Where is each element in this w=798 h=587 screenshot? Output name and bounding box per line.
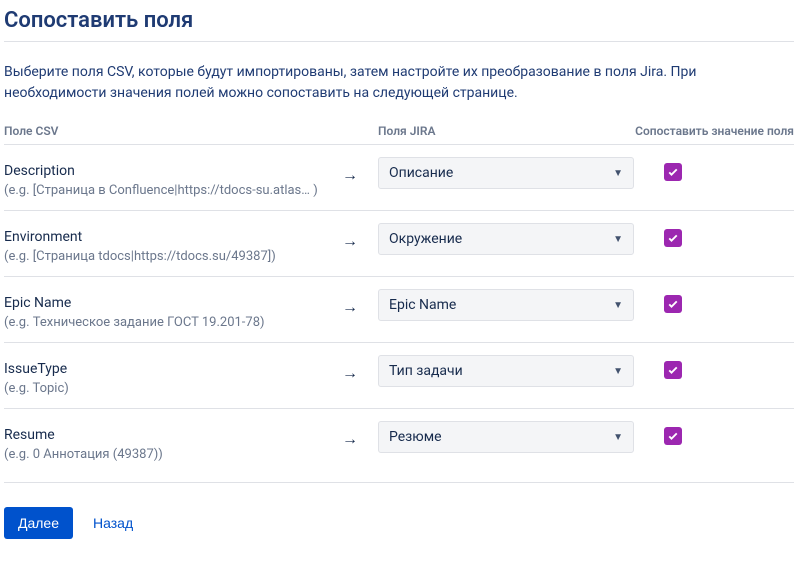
button-row: Далее Назад — [4, 507, 794, 539]
select-label: Резюме — [389, 429, 442, 445]
arrow-icon: → — [342, 289, 366, 317]
page-title: Сопоставить поля — [4, 8, 794, 33]
bottom-divider — [4, 482, 794, 483]
check-icon — [667, 166, 679, 178]
table-row: Description (e.g. [Страница в Confluence… — [4, 145, 794, 211]
header-arrow-spacer — [342, 124, 366, 138]
mapping-table: Поле CSV Поля JIRA Сопоставить значение … — [4, 118, 794, 474]
chevron-down-icon: ▼ — [613, 366, 623, 377]
jira-field-select[interactable]: Окружение ▼ — [378, 223, 634, 255]
csv-field-name: Environment — [4, 223, 342, 245]
jira-field-select[interactable]: Резюме ▼ — [378, 421, 634, 453]
csv-field-hint: (e.g. [Страница tdocs|https://tdocs.su/4… — [4, 249, 324, 264]
map-value-checkbox[interactable] — [664, 229, 682, 247]
header-check: Сопоставить значение поля — [634, 124, 794, 138]
title-divider — [4, 41, 794, 42]
arrow-icon: → — [342, 157, 366, 185]
select-label: Тип задачи — [389, 363, 463, 379]
arrow-icon: → — [342, 355, 366, 383]
select-label: Окружение — [389, 231, 462, 247]
csv-field-hint: (e.g. Техническое задание ГОСТ 19.201-78… — [4, 315, 324, 330]
csv-field-hint: (e.g. 0 Аннотация (49387)) — [4, 447, 324, 462]
check-icon — [667, 232, 679, 244]
table-row: Epic Name (e.g. Техническое задание ГОСТ… — [4, 277, 794, 343]
csv-field-name: Resume — [4, 421, 342, 443]
table-row: Environment (e.g. [Страница tdocs|https:… — [4, 211, 794, 277]
header-csv: Поле CSV — [4, 124, 342, 138]
arrow-icon: → — [342, 421, 366, 449]
csv-field-hint: (e.g. [Страница в Confluence|https://tdo… — [4, 183, 324, 198]
map-value-checkbox[interactable] — [664, 427, 682, 445]
map-value-checkbox[interactable] — [664, 295, 682, 313]
table-row: IssueType (e.g. Topic) → Тип задачи ▼ — [4, 343, 794, 409]
jira-field-select[interactable]: Описание ▼ — [378, 157, 634, 189]
check-icon — [667, 430, 679, 442]
jira-field-select[interactable]: Тип задачи ▼ — [378, 355, 634, 387]
map-value-checkbox[interactable] — [664, 163, 682, 181]
jira-field-select[interactable]: Epic Name ▼ — [378, 289, 634, 321]
chevron-down-icon: ▼ — [613, 300, 623, 311]
arrow-icon: → — [342, 223, 366, 251]
chevron-down-icon: ▼ — [613, 168, 623, 179]
select-label: Epic Name — [389, 297, 456, 313]
check-icon — [667, 364, 679, 376]
select-label: Описание — [389, 165, 453, 181]
table-row: Resume (e.g. 0 Аннотация (49387)) → Резю… — [4, 409, 794, 474]
map-value-checkbox[interactable] — [664, 361, 682, 379]
back-button[interactable]: Назад — [89, 507, 137, 539]
header-jira: Поля JIRA — [366, 124, 634, 138]
csv-field-hint: (e.g. Topic) — [4, 381, 324, 396]
check-icon — [667, 298, 679, 310]
csv-field-name: Description — [4, 157, 342, 179]
csv-field-name: IssueType — [4, 355, 342, 377]
chevron-down-icon: ▼ — [613, 432, 623, 443]
chevron-down-icon: ▼ — [613, 234, 623, 245]
page-description: Выберите поля CSV, которые будут импорти… — [4, 62, 794, 104]
table-header: Поле CSV Поля JIRA Сопоставить значение … — [4, 118, 794, 145]
csv-field-name: Epic Name — [4, 289, 342, 311]
next-button[interactable]: Далее — [4, 507, 73, 539]
